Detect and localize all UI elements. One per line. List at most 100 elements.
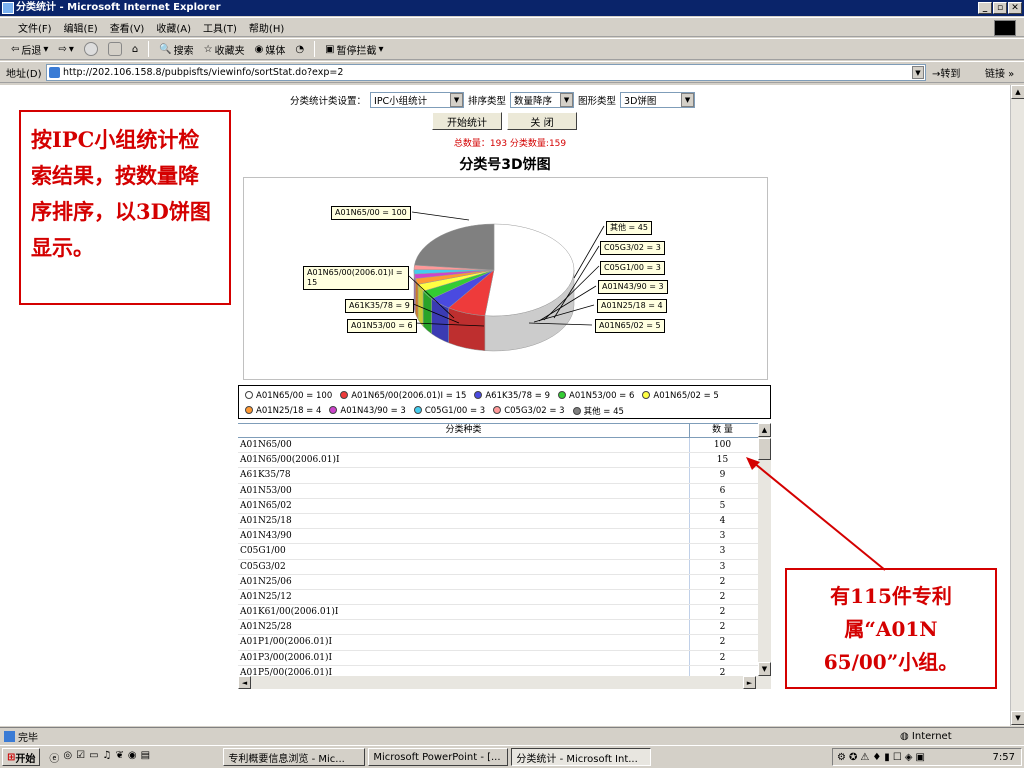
home-button[interactable]: ⌂ [129,44,141,55]
chevron-down-icon: ▼ [560,93,574,107]
table-horizontal-scrollbar[interactable]: ◄ ► [238,676,771,689]
legend-swatch [329,405,338,414]
menu-bar: 文件(F) 编辑(E) 查看(V) 收藏(A) 工具(T) 帮助(H) [0,17,1024,37]
blocker-icon: ▣ [325,43,335,55]
graph-type-select[interactable]: 3D饼图 ▼ [620,92,696,108]
legend-item: 其他 = 45 [572,405,624,417]
legend-swatch [340,390,349,399]
setting-label: 分类统计类设置： [290,96,367,107]
back-arrow-icon: ⇦ [11,43,20,55]
category-cell: A01N25/12 [240,591,292,602]
tray-icon[interactable]: ▣ [915,752,924,763]
legend-swatch [642,390,651,399]
leader-line [411,211,470,221]
tray-icon[interactable]: ⚙ [837,752,846,763]
pie-chart-area: A01N65/00 = 100 A01N65/00(2006.01)I = 15… [243,177,768,380]
chart-legend: A01N65/00 = 100 A01N65/00(2006.01)I = 15 A… [238,385,771,419]
legend-label: A61K35/78 = 9 [485,390,550,401]
forward-button[interactable]: ⇨ ▾ [55,44,76,55]
count-cell: 100 [689,438,755,453]
scroll-down-button[interactable]: ▼ [1011,711,1024,725]
menu-edit[interactable]: 编辑(E) [60,20,102,35]
toolbar-separator [314,41,316,57]
category-cell: A01N65/02 [240,500,292,511]
tray-icon[interactable]: ♦ [872,752,881,763]
stop-button[interactable] [81,42,101,56]
toolbar-separator [148,41,150,57]
tray-icon[interactable]: ✪ [849,752,857,763]
result-table: 分类种类 数 量 A01N65/00 100 A01N65/00(2006.01)I… [238,423,758,676]
count-cell: 2 [689,635,755,650]
category-cell: A01N65/00(2006.01)I [240,455,340,466]
close-button[interactable]: 关 闭 [507,112,577,130]
legend-swatch [245,405,253,414]
go-button[interactable]: →转到 [932,65,960,80]
scroll-right-button[interactable]: ► [743,676,756,689]
menu-file[interactable]: 文件(F) [14,20,56,35]
app-icon[interactable]: ◎ [63,750,72,765]
search-button[interactable]: 🔍 搜索 [156,42,196,57]
menu-help[interactable]: 帮助(H) [245,20,288,35]
media-button[interactable]: ◉ 媒体 [252,42,289,57]
forward-arrow-icon: ⇨ [58,43,67,55]
quick-launch: ⓔ ◎ ☑ ▭ ♫ ❦ ◉ ▤ [43,750,223,765]
header-category: 分类种类 [445,425,482,435]
links-button[interactable]: 链接 » [985,65,1014,80]
chart-title: 分类号3D饼图 [459,157,551,173]
table-row: A01N25/28 2 [238,620,758,636]
menu-tools[interactable]: 工具(T) [199,20,241,35]
callout-left: 按IPC小组统计检索结果，按数量降序排序，以3D饼图显示。 [19,110,231,305]
address-label: 地址(D) [6,68,42,80]
app-icon[interactable]: ▤ [141,750,150,765]
taskbar-item-active[interactable]: 分类统计 - Microsoft Int... [511,748,652,766]
app-icon[interactable]: ◉ [128,750,137,765]
menu-favorites[interactable]: 收藏(A) [152,20,195,35]
scroll-up-button[interactable]: ▲ [758,423,771,437]
scroll-up-button[interactable]: ▲ [1011,85,1024,99]
start-stat-button[interactable]: 开始统计 [432,112,502,130]
address-dropdown-arrow[interactable]: ▼ [912,66,924,79]
app-icon[interactable]: ❦ [116,750,124,765]
popup-blocker-button[interactable]: ▣ 暂停拦截 ▾ [322,42,386,57]
category-cell: A01N25/18 [240,515,292,526]
category-cell: C05G3/02 [240,561,286,572]
sort-type-select[interactable]: 数量降序 ▼ [510,92,575,108]
legend-swatch [413,405,422,414]
taskbar-item[interactable]: Microsoft PowerPoint - [... [368,748,509,766]
history-button[interactable]: ◔ [292,44,307,55]
scroll-down-button[interactable]: ▼ [758,662,771,676]
legend-label: C05G1/00 = 3 [424,405,486,416]
menu-view[interactable]: 查看(V) [106,20,149,35]
restore-button[interactable]: ▫ [993,2,1007,14]
chart-label: A01N65/00(2006.01)I = 15 [303,266,409,290]
category-cell: A01K61/00(2006.01)I [240,607,339,618]
refresh-button[interactable] [105,42,125,56]
scroll-left-button[interactable]: ◄ [238,676,251,689]
desktop-icon[interactable]: ▭ [89,750,98,765]
stat-type-select[interactable]: IPC小组统计 ▼ [370,92,465,108]
favorites-icon: ☆ [203,43,213,55]
legend-label: C05G3/02 = 3 [504,405,565,416]
favorites-button[interactable]: ☆ 收藏夹 [201,42,248,57]
chart-label: A01N53/00 = 6 [347,319,417,333]
legend-item: A01N65/00(2006.01)I = 15 [340,390,466,401]
app-icon[interactable]: ♫ [103,750,112,765]
back-button[interactable]: ⇦ 后退 ▾ [8,42,51,57]
minimize-button[interactable]: _ [978,2,992,14]
legend-swatch [572,406,581,415]
legend-label: A01N25/18 = 4 [256,405,322,416]
app-icon[interactable]: ☑ [76,750,85,765]
ie-icon[interactable]: ⓔ [49,750,59,765]
tray-icon[interactable]: ▮ [884,752,890,763]
table-row: A01K61/00(2006.01)I 2 [238,605,758,621]
start-button[interactable]: ⊞ 开始 [2,748,41,766]
address-input[interactable]: http://202.106.158.8/pubpisfts/viewinfo/… [46,64,926,81]
pie-slice-其他 [414,223,495,271]
tray-icon[interactable]: ◈ [905,752,913,763]
close-window-button[interactable]: ✕ [1008,2,1022,14]
table-row: A01N43/90 3 [238,529,758,545]
tray-icon[interactable]: ⚠ [860,752,869,763]
tray-icon[interactable]: ☐ [893,752,902,763]
page-scrollbar[interactable]: ▲ ▼ [1010,85,1024,726]
taskbar-item[interactable]: 专利概要信息浏览 - Mic... [223,748,366,766]
